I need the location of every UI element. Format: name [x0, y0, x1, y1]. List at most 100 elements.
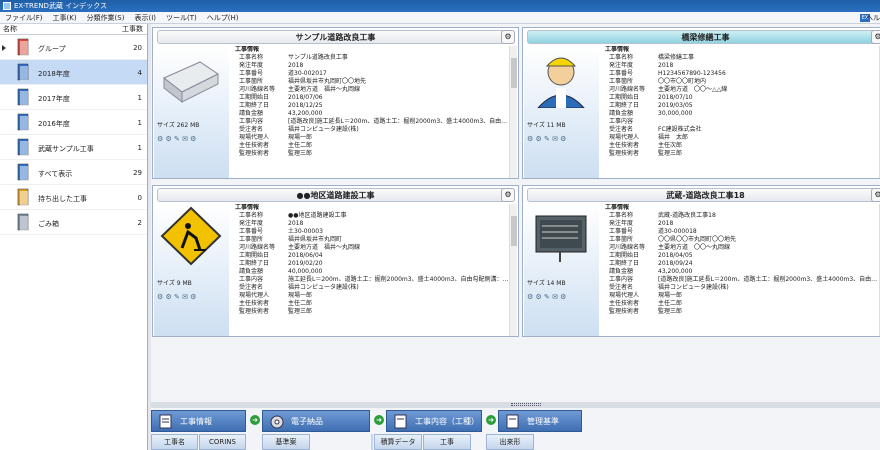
menu-help[interactable]: ヘルプ(H) — [202, 12, 244, 24]
status-icons: ⚙ ⚙ ✎ ✉ ⚙ — [527, 293, 567, 301]
info-value: 監理三郎 — [288, 150, 313, 157]
sidebar-item[interactable]: グループ 20 — [0, 35, 147, 60]
menu-construction[interactable]: 工事(K) — [48, 12, 82, 24]
info-value: 2018 — [658, 220, 674, 227]
project-size: サイズ 14 MB — [527, 280, 566, 287]
info-value: [道路改良]施工延長L＝200m、道路土工：掘削2000m3、盛土4000m3、… — [658, 276, 878, 283]
scroll-thumb[interactable] — [511, 216, 517, 246]
info-header-label: 工事情報 — [605, 204, 630, 211]
info-value: 福井コンピュータ建設(株) — [288, 284, 359, 291]
info-row: 工事名称 ●●地区道路建設工事 — [231, 212, 509, 220]
card-scrollbar[interactable] — [509, 204, 517, 336]
info-header: 工事情報 — [231, 46, 509, 54]
splitter-grip[interactable] — [511, 403, 541, 406]
card-title[interactable]: 橋梁修繕工事 ⚙ — [527, 30, 880, 44]
settings-gear-icon[interactable]: ⚙ — [871, 30, 880, 44]
sub-button-corins[interactable]: CORINS — [199, 434, 246, 450]
info-value: 主任次郎 — [658, 142, 683, 149]
info-row: 現場代理人 福井 太郎 — [601, 134, 879, 142]
card-title[interactable]: 武蔵-道路改良工事18 ⚙ — [527, 188, 880, 202]
settings-gear-icon[interactable]: ⚙ — [501, 188, 515, 202]
scroll-thumb[interactable] — [511, 58, 517, 88]
sub-button-work[interactable]: 工事 — [423, 434, 471, 450]
info-row: 発注年度 2018 — [601, 62, 879, 70]
sidebar-item-count: 1 — [137, 119, 142, 127]
sub-button-construction-name[interactable]: 工事名 — [151, 434, 198, 450]
cd-icon — [270, 415, 284, 429]
info-row: 主任技術者 主任二郎 — [231, 300, 509, 308]
sidebar-item[interactable]: 2018年度 4 — [0, 60, 147, 85]
sidebar-item[interactable]: 2017年度 1 — [0, 85, 147, 110]
info-value: ●●地区道路建設工事 — [288, 212, 347, 219]
card-title[interactable]: ●●地区道路建設工事 ⚙ — [157, 188, 515, 202]
binder-icon — [17, 163, 29, 181]
binder-icon — [17, 63, 29, 81]
sidebar-item[interactable]: ごみ箱 2 — [0, 210, 147, 235]
card-thumbnail-area: サイズ 11 MB ⚙ ⚙ ✎ ✉ ⚙ — [524, 46, 599, 178]
document-icon — [394, 414, 407, 429]
sidebar-item-count: 1 — [137, 94, 142, 102]
info-header-label: 工事情報 — [605, 46, 630, 53]
main-panel: サンプル道路改良工事 ⚙ サイズ 262 MB ⚙ ⚙ ✎ ✉ ⚙ 工事情報 工事名称 サン… — [151, 24, 880, 450]
info-value: 監理三郎 — [658, 150, 683, 157]
sub-button-completion-shape[interactable]: 出来形 — [486, 434, 534, 450]
workflow-management-standard[interactable]: 管理基準 — [498, 410, 582, 432]
menu-view[interactable]: 表示(I) — [129, 12, 161, 24]
sub-button-estimate-data[interactable]: 積算データ — [374, 434, 422, 450]
card-title-text: 橋梁修繕工事 — [681, 33, 730, 42]
project-image — [160, 48, 222, 108]
info-value: 2018 — [288, 62, 304, 69]
menu-classify[interactable]: 分類作業(S) — [82, 12, 130, 24]
menu-tools[interactable]: ツール(T) — [161, 12, 202, 24]
sidebar-item-count: 4 — [137, 69, 142, 77]
sidebar-col-count[interactable]: 工事数 — [122, 24, 143, 35]
info-value: H1234567890-123456 — [658, 70, 726, 77]
sidebar: 名称 工事数 グループ 20 2018年度 4 2017年度 1 2016年度 1 武蔵サンプル… — [0, 24, 148, 450]
sidebar-item[interactable]: すべて表示 29 — [0, 160, 147, 185]
project-card[interactable]: 武蔵-道路改良工事18 ⚙ サイズ 14 MB ⚙ ⚙ ✎ ✉ ⚙ 工事情報 工事名称 武蔵… — [522, 185, 880, 337]
sidebar-item[interactable]: 2016年度 1 — [0, 110, 147, 135]
expand-arrow-icon[interactable] — [2, 45, 6, 51]
card-thumbnail-area: サイズ 262 MB ⚙ ⚙ ✎ ✉ ⚙ — [154, 46, 229, 178]
menu-file[interactable]: ファイル(F) — [0, 12, 48, 24]
info-value: 施工延長L＝200m、道路土工：掘削2000m3、盛土4000m3、自由勾配側溝… — [288, 276, 509, 283]
project-size: サイズ 262 MB — [157, 122, 200, 129]
card-thumbnail-area: サイズ 9 MB ⚙ ⚙ ✎ ✉ ⚙ — [154, 204, 229, 336]
info-row: 工期終了日 2018/12/25 — [231, 102, 509, 110]
info-key: 工事内容 — [609, 118, 634, 125]
sidebar-item-label: 持ち出した工事 — [38, 195, 87, 203]
project-card[interactable]: サンプル道路改良工事 ⚙ サイズ 262 MB ⚙ ⚙ ✎ ✉ ⚙ 工事情報 工事名称 サン… — [152, 27, 519, 179]
card-scrollbar[interactable] — [509, 46, 517, 178]
workflow-electronic-delivery[interactable]: 電子納品 — [262, 410, 370, 432]
workflow-label: 管理基準 — [527, 417, 559, 426]
card-thumbnail-area: サイズ 14 MB ⚙ ⚙ ✎ ✉ ⚙ — [524, 204, 599, 336]
info-row: 現場代理人 現場一郎 — [231, 292, 509, 300]
settings-gear-icon[interactable]: ⚙ — [871, 188, 880, 202]
project-card[interactable]: 橋梁修繕工事 ⚙ サイズ 11 MB ⚙ ⚙ ✎ ✉ ⚙ 工事情報 工事名称 橋梁修繕工事発… — [522, 27, 880, 179]
project-card[interactable]: ●●地区道路建設工事 ⚙ サイズ 9 MB ⚙ ⚙ ✎ ✉ ⚙ 工事情報 工事名称 ●●地区… — [152, 185, 519, 337]
workflow-work-content[interactable]: 工事内容（工種） — [386, 410, 482, 432]
sub-button-standard[interactable]: 基準案 — [262, 434, 310, 450]
info-header: 工事情報 — [601, 46, 879, 54]
info-row: 工事名称 橋梁修繕工事 — [601, 54, 879, 62]
info-row: 工事番号 H1234567890-123456 — [601, 70, 879, 78]
sidebar-item-label: すべて表示 — [38, 170, 73, 178]
info-value: 主要地方道 福井～丸岡線 — [288, 86, 361, 93]
sidebar-col-name[interactable]: 名称 — [3, 24, 17, 35]
sidebar-item[interactable]: 武蔵サンプル工事 1 — [0, 135, 147, 160]
settings-gear-icon[interactable]: ⚙ — [501, 30, 515, 44]
card-title[interactable]: サンプル道路改良工事 ⚙ — [157, 30, 515, 44]
sidebar-item[interactable]: 持ち出した工事 0 — [0, 185, 147, 210]
project-image — [160, 206, 222, 266]
next-arrow-icon: ➜ — [374, 415, 384, 425]
workflow-construction-info[interactable]: 工事情報 — [151, 410, 246, 432]
sidebar-item-count: 2 — [137, 219, 142, 227]
info-value: 現場一郎 — [658, 292, 683, 299]
info-value: 福井コンピュータ建設(株) — [658, 284, 729, 291]
info-value: 福井県坂井市丸岡町 — [288, 236, 343, 243]
help-link[interactable]: ヘル — [866, 12, 880, 24]
sidebar-item-label: 2017年度 — [38, 95, 70, 103]
workflow-label: 工事内容（工種） — [415, 417, 479, 426]
info-row: 工事箇所 〇〇市〇〇町地内 — [601, 78, 879, 86]
workflow-panel: 工事情報 ➜ 電子納品 ➜ 工事内容（工種） ➜ 管理基準 工事名 CORINS… — [151, 408, 880, 450]
